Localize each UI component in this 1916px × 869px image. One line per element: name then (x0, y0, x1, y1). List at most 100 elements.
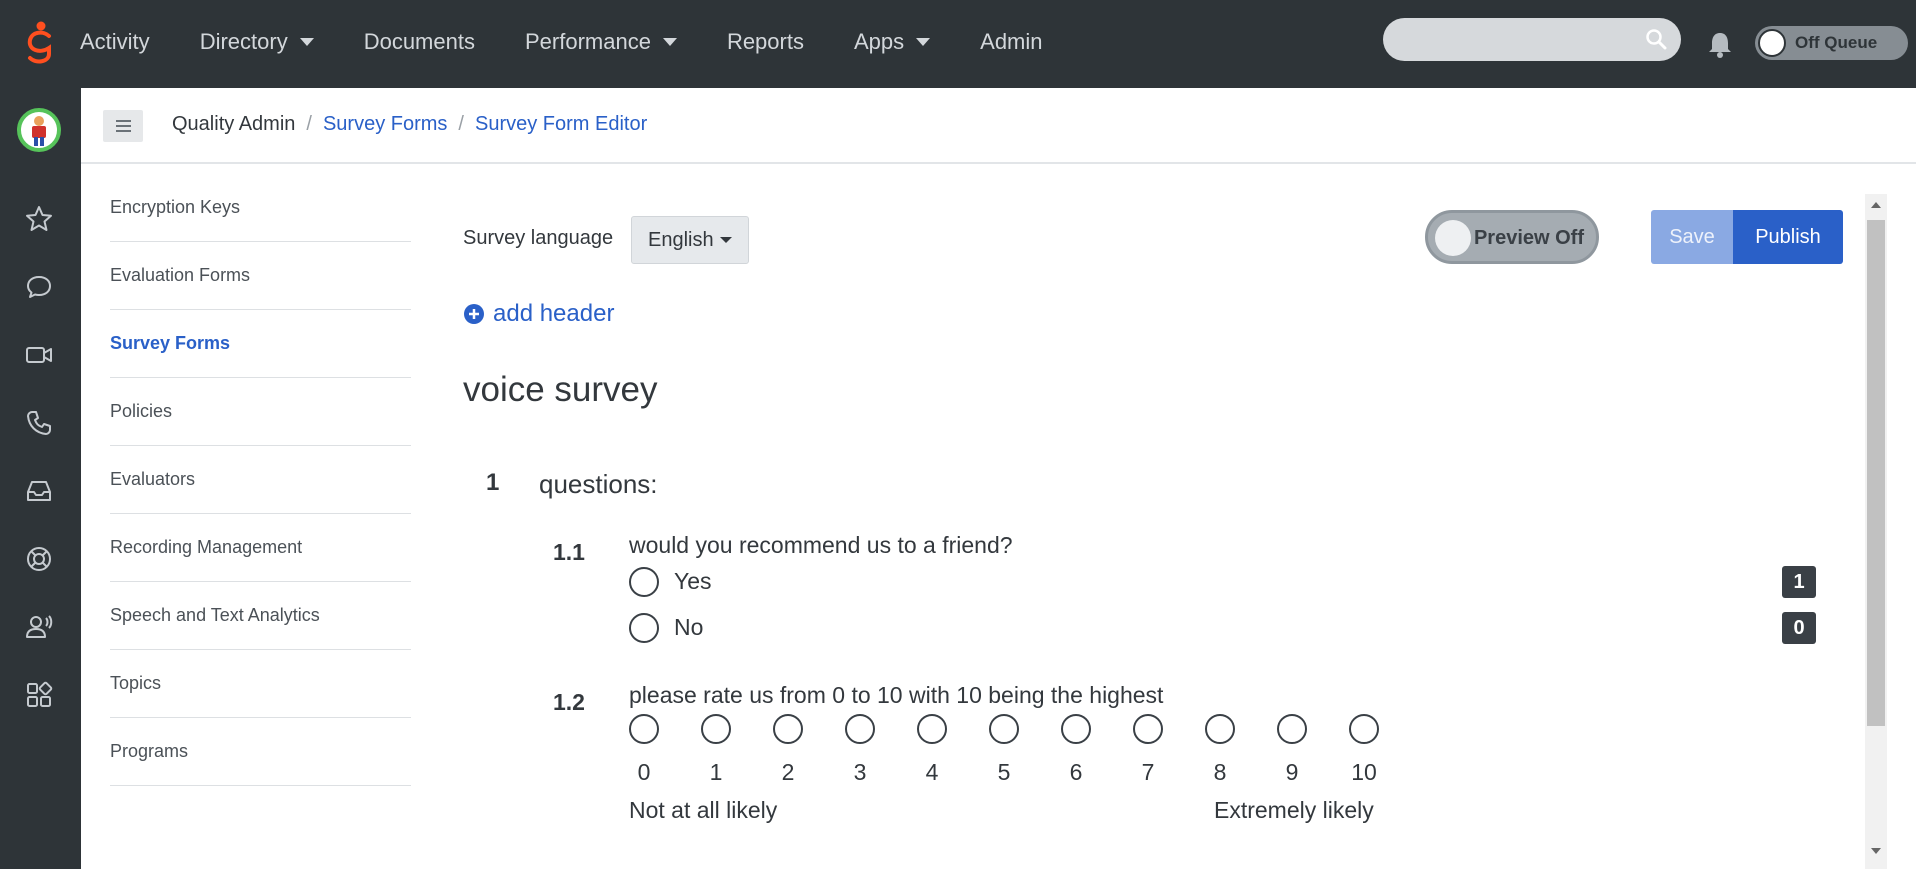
nps-radio-9[interactable] (1277, 714, 1307, 744)
nps-radio-3[interactable] (845, 714, 875, 744)
plus-circle-icon (464, 304, 484, 324)
nps-radio-2[interactable] (773, 714, 803, 744)
nav-directory[interactable]: Directory (200, 29, 314, 55)
nps-radio-5[interactable] (989, 714, 1019, 744)
scroll-down-arrow-icon[interactable] (1871, 848, 1881, 854)
video-icon[interactable] (24, 340, 54, 370)
subnav-item-topics[interactable]: Topics (110, 650, 411, 718)
hamburger-icon (115, 120, 131, 122)
add-header-label: add header (493, 300, 615, 327)
nav-documents-label: Documents (363, 29, 475, 54)
bell-icon[interactable] (1707, 30, 1733, 58)
editor-scrollbar[interactable] (1865, 194, 1887, 869)
nps-scale-label: 4 (925, 759, 939, 785)
breadcrumb: Quality Admin / Survey Forms / Survey Fo… (172, 113, 647, 136)
agent-icon[interactable] (24, 612, 54, 642)
question-text: please rate us from 0 to 10 with 10 bein… (629, 682, 1164, 708)
nps-scale-label: 9 (1285, 759, 1299, 785)
avatar[interactable] (17, 108, 61, 152)
search-icon[interactable] (1645, 28, 1667, 50)
inbox-icon[interactable] (24, 476, 54, 506)
section-title: questions: (539, 469, 658, 499)
genesys-logo-icon[interactable] (22, 20, 60, 66)
survey-form-editor: Survey language English Preview Off Save… (463, 194, 1843, 869)
survey-language-label: Survey language (463, 227, 614, 249)
breadcrumb-separator: / (306, 113, 312, 135)
nps-scale-label: 5 (997, 759, 1011, 785)
add-header-link[interactable]: add header (463, 300, 614, 328)
question-number: 1.1 (553, 539, 585, 565)
subnav-item-programs[interactable]: Programs (110, 718, 411, 786)
nav-apps-label: Apps (853, 29, 905, 54)
nps-scale-label: 3 (853, 759, 867, 785)
preview-toggle-knob (1435, 220, 1471, 256)
nps-radio-4[interactable] (917, 714, 947, 744)
search-input[interactable] (1383, 18, 1633, 61)
nps-scale-label: 1 (709, 759, 723, 785)
queue-toggle[interactable]: Off Queue (1755, 26, 1908, 60)
apps-icon[interactable] (24, 680, 54, 710)
phone-icon[interactable] (24, 408, 54, 438)
subnav-item-evaluators[interactable]: Evaluators (110, 446, 411, 514)
chevron-down-icon (719, 237, 732, 243)
nav-apps[interactable]: Apps (853, 29, 931, 55)
question-text: would you recommend us to a friend? (629, 532, 1013, 558)
section-number: 1 (486, 469, 500, 496)
subnav-item-policies[interactable]: Policies (110, 378, 411, 446)
nps-radio-6[interactable] (1061, 714, 1091, 744)
hamburger-icon (115, 130, 131, 132)
answer-radio-yes[interactable] (629, 567, 659, 597)
support-icon[interactable] (24, 544, 54, 574)
scrollbar-thumb[interactable] (1867, 220, 1885, 726)
nav-activity[interactable]: Activity (80, 29, 150, 55)
subnav-item-encryption-keys[interactable]: Encryption Keys (110, 174, 411, 242)
subnav-item-recording-management[interactable]: Recording Management (110, 514, 411, 582)
nav-directory-label: Directory (199, 29, 288, 54)
survey-language-dropdown[interactable]: English (631, 216, 749, 264)
subnav-item-speech-text-analytics[interactable]: Speech and Text Analytics (110, 582, 411, 650)
chat-icon[interactable] (24, 272, 54, 302)
queue-toggle-knob (1758, 29, 1786, 57)
sidebar-toggle-button[interactable] (103, 110, 143, 142)
breadcrumb-root: Quality Admin (172, 113, 296, 135)
nav-admin[interactable]: Admin (980, 29, 1042, 55)
nav-activity-label: Activity (80, 29, 150, 54)
answer-label: Yes (674, 568, 712, 594)
nav-documents[interactable]: Documents (364, 29, 475, 55)
preview-toggle[interactable]: Preview Off (1425, 210, 1599, 264)
nps-radio-1[interactable] (701, 714, 731, 744)
save-button[interactable]: Save (1651, 210, 1733, 264)
subnav-item-evaluation-forms[interactable]: Evaluation Forms (110, 242, 411, 310)
breadcrumb-survey-forms[interactable]: Survey Forms (323, 113, 447, 136)
answer-label: No (674, 614, 704, 640)
left-rail (0, 88, 81, 869)
subnav-item-survey-forms[interactable]: Survey Forms (110, 310, 411, 378)
user-avatar-icon (32, 116, 46, 146)
breadcrumb-separator: / (458, 113, 464, 135)
breadcrumb-bar: Quality Admin / Survey Forms / Survey Fo… (81, 88, 1916, 164)
nps-radio-10[interactable] (1349, 714, 1379, 744)
publish-button[interactable]: Publish (1733, 210, 1843, 264)
scroll-up-arrow-icon[interactable] (1871, 202, 1881, 208)
breadcrumb-survey-form-editor[interactable]: Survey Form Editor (475, 113, 647, 136)
nav-performance[interactable]: Performance (525, 29, 677, 55)
form-title: voice survey (463, 370, 658, 409)
nps-scale-label: 2 (781, 759, 795, 785)
nps-scale-label: 8 (1213, 759, 1227, 785)
nps-radio-8[interactable] (1205, 714, 1235, 744)
chevron-down-icon (916, 38, 931, 46)
nav-reports[interactable]: Reports (727, 29, 804, 55)
nps-scale-label: 6 (1069, 759, 1083, 785)
nps-radio-7[interactable] (1133, 714, 1163, 744)
nps-scale-label: 10 (1351, 759, 1377, 785)
star-icon[interactable] (24, 204, 54, 234)
nps-high-anchor: Extremely likely (1214, 797, 1374, 823)
nav-admin-label: Admin (980, 29, 1043, 54)
survey-language-value: English (648, 228, 714, 251)
chevron-down-icon (299, 38, 314, 46)
nav-performance-label: Performance (524, 29, 651, 54)
answer-radio-no[interactable] (629, 613, 659, 643)
nps-scale-label: 7 (1141, 759, 1155, 785)
answer-score-badge: 1 (1782, 566, 1816, 598)
nps-radio-0[interactable] (629, 714, 659, 744)
